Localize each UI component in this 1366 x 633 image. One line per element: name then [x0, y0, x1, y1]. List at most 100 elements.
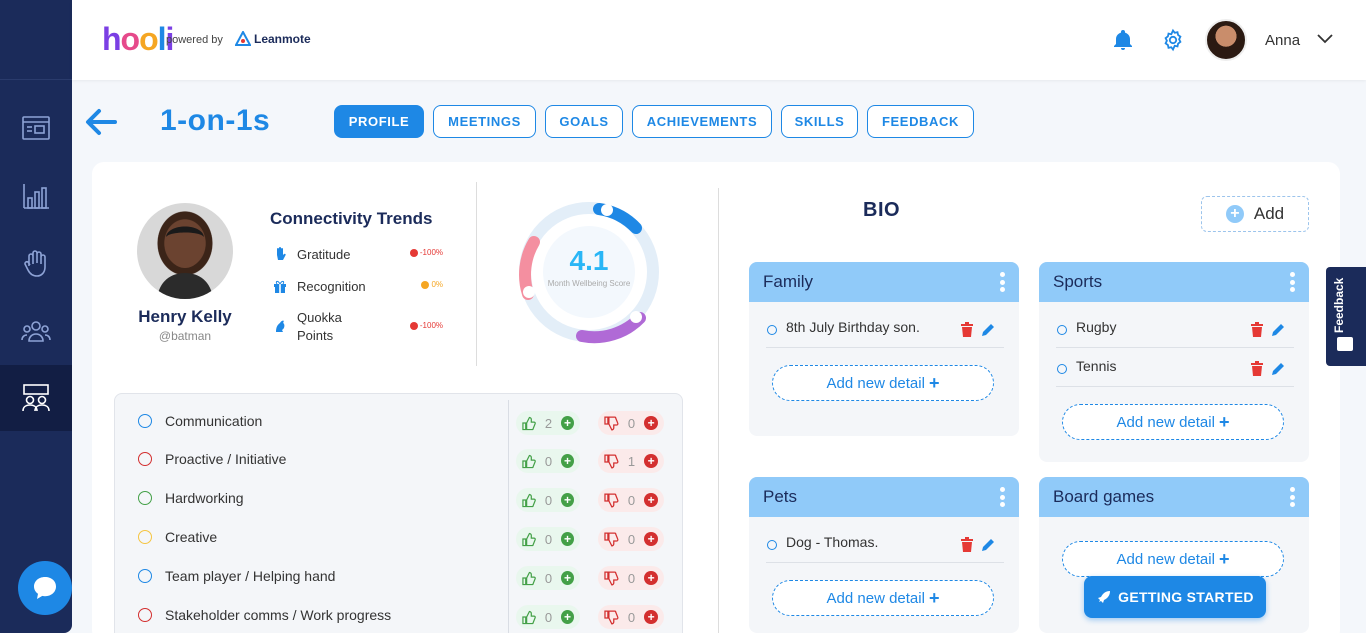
add-thumbs-up-icon[interactable]: + [560, 493, 574, 507]
trend-row-quokka-points: Quokka Points -100% [272, 309, 447, 345]
sidebar-item-recognition[interactable] [0, 231, 72, 297]
trend-value: 0% [421, 280, 443, 289]
add-thumbs-down-icon[interactable]: + [644, 610, 658, 624]
plus-icon: + [928, 587, 940, 608]
thumbs-up-icon[interactable] [522, 571, 536, 586]
divider [476, 182, 477, 366]
thumbs-up-icon[interactable] [522, 532, 536, 547]
add-thumbs-up-icon[interactable]: + [560, 416, 574, 430]
person-silhouette [157, 222, 213, 299]
trend-value: -100% [409, 321, 443, 330]
bio-item: 8th July Birthday son. [766, 310, 1004, 348]
thumbs-up-icon[interactable] [522, 493, 536, 508]
thumbs-down-icon[interactable] [604, 454, 619, 469]
add-thumbs-down-icon[interactable]: + [644, 493, 658, 507]
pencil-icon[interactable] [981, 322, 996, 337]
bio-item: Dog - Thomas. [766, 525, 1004, 563]
hand-icon [24, 250, 46, 277]
trash-icon[interactable] [1250, 322, 1264, 337]
bell-icon[interactable] [1111, 28, 1135, 52]
kebab-menu-icon[interactable] [999, 487, 1005, 507]
tab-goals[interactable]: GOALS [545, 105, 623, 138]
thumbs-up-icon[interactable] [522, 454, 536, 469]
thumbs-up-icon[interactable] [522, 416, 536, 431]
tab-profile[interactable]: PROFILE [334, 105, 424, 138]
add-thumbs-up-icon[interactable]: + [560, 571, 574, 585]
chat-button[interactable] [18, 561, 72, 615]
thumbs-down-icon[interactable] [604, 532, 619, 547]
tab-skills[interactable]: SKILLS [781, 105, 858, 138]
thumbs-up-pill: 0 + [516, 527, 580, 551]
rocket-icon [1098, 591, 1111, 603]
trash-icon[interactable] [1250, 361, 1264, 376]
divider [508, 400, 509, 633]
add-thumbs-down-icon[interactable]: + [644, 454, 658, 468]
skill-name: Team player / Helping hand [165, 568, 336, 584]
leanmote-mark-icon [235, 31, 251, 46]
thumbs-down-pill: 0 + [598, 605, 664, 629]
user-name[interactable]: Anna [1265, 32, 1300, 49]
trash-icon[interactable] [960, 537, 974, 552]
add-new-detail-button[interactable]: Add new detail + [772, 580, 994, 616]
feedback-side-tab[interactable]: Feedback [1326, 267, 1366, 366]
bio-card-title: Sports [1053, 272, 1103, 291]
skill-bullet-icon [138, 452, 152, 466]
skill-name: Communication [165, 413, 263, 429]
thumbs-down-count: 1 [627, 453, 636, 469]
add-new-detail-button[interactable]: Add new detail + [1062, 404, 1284, 440]
tab-meetings[interactable]: MEETINGS [433, 105, 536, 138]
skill-name: Hardworking [165, 490, 244, 506]
bio-title: BIO [863, 199, 901, 221]
plus-circle-icon: + [1225, 205, 1244, 223]
gear-icon[interactable] [1161, 28, 1185, 52]
thumbs-down-count: 0 [627, 492, 636, 508]
feedback-icon [1337, 337, 1353, 351]
wellbeing-label: Month Wellbeing Score [547, 279, 631, 288]
thumbs-down-icon[interactable] [604, 571, 619, 586]
bio-item-text: Dog - Thomas. [786, 534, 879, 550]
thumbs-down-icon[interactable] [604, 610, 619, 625]
trend-row-recognition: Recognition 0% [272, 278, 447, 298]
sidebar-item-team[interactable] [0, 298, 72, 364]
sidebar-item-analytics[interactable] [0, 163, 72, 229]
plus-icon: + [928, 372, 940, 393]
skill-bullet-icon [138, 569, 152, 583]
pencil-icon[interactable] [1271, 322, 1286, 337]
add-thumbs-up-icon[interactable]: + [560, 454, 574, 468]
back-arrow-icon[interactable] [84, 106, 118, 138]
kebab-menu-icon[interactable] [999, 272, 1005, 292]
thumbs-up-icon[interactable] [522, 610, 536, 625]
team-icon [21, 321, 51, 342]
pencil-icon[interactable] [1271, 361, 1286, 376]
meeting-icon [22, 384, 50, 412]
pencil-icon[interactable] [981, 537, 996, 552]
trash-icon[interactable] [960, 322, 974, 337]
bio-item-text: Rugby [1076, 319, 1117, 335]
skill-row: Communication 2 +0 + [138, 411, 678, 435]
powered-by-text: powered by [166, 34, 223, 46]
bullet-icon [1057, 325, 1067, 335]
chevron-down-icon[interactable] [1316, 32, 1334, 46]
add-thumbs-down-icon[interactable]: + [644, 532, 658, 546]
kebab-menu-icon[interactable] [1289, 487, 1295, 507]
skill-name: Stakeholder comms / Work progress [165, 607, 392, 623]
kebab-menu-icon[interactable] [1289, 272, 1295, 292]
sidebar-item-one-on-ones[interactable] [0, 365, 72, 431]
sidebar-item-dashboard[interactable] [0, 95, 72, 161]
tab-achievements[interactable]: ACHIEVEMENTS [632, 105, 772, 138]
thumbs-down-icon[interactable] [604, 493, 619, 508]
thumbs-up-pill: 0 + [516, 488, 580, 512]
add-thumbs-up-icon[interactable]: + [560, 610, 574, 624]
add-new-detail-button[interactable]: Add new detail + [1062, 541, 1284, 577]
add-thumbs-down-icon[interactable]: + [644, 571, 658, 585]
thumbs-down-icon[interactable] [604, 416, 619, 431]
bio-add-button[interactable]: + Add [1201, 196, 1309, 232]
add-thumbs-down-icon[interactable]: + [644, 416, 658, 430]
getting-started-button[interactable]: GETTING STARTED [1084, 576, 1266, 618]
hooli-logo[interactable]: hooli [102, 23, 174, 55]
user-avatar[interactable] [1205, 19, 1247, 61]
tab-feedback[interactable]: FEEDBACK [867, 105, 974, 138]
thumbs-up-count: 0 [544, 453, 553, 469]
add-thumbs-up-icon[interactable]: + [560, 532, 574, 546]
add-new-detail-button[interactable]: Add new detail + [772, 365, 994, 401]
